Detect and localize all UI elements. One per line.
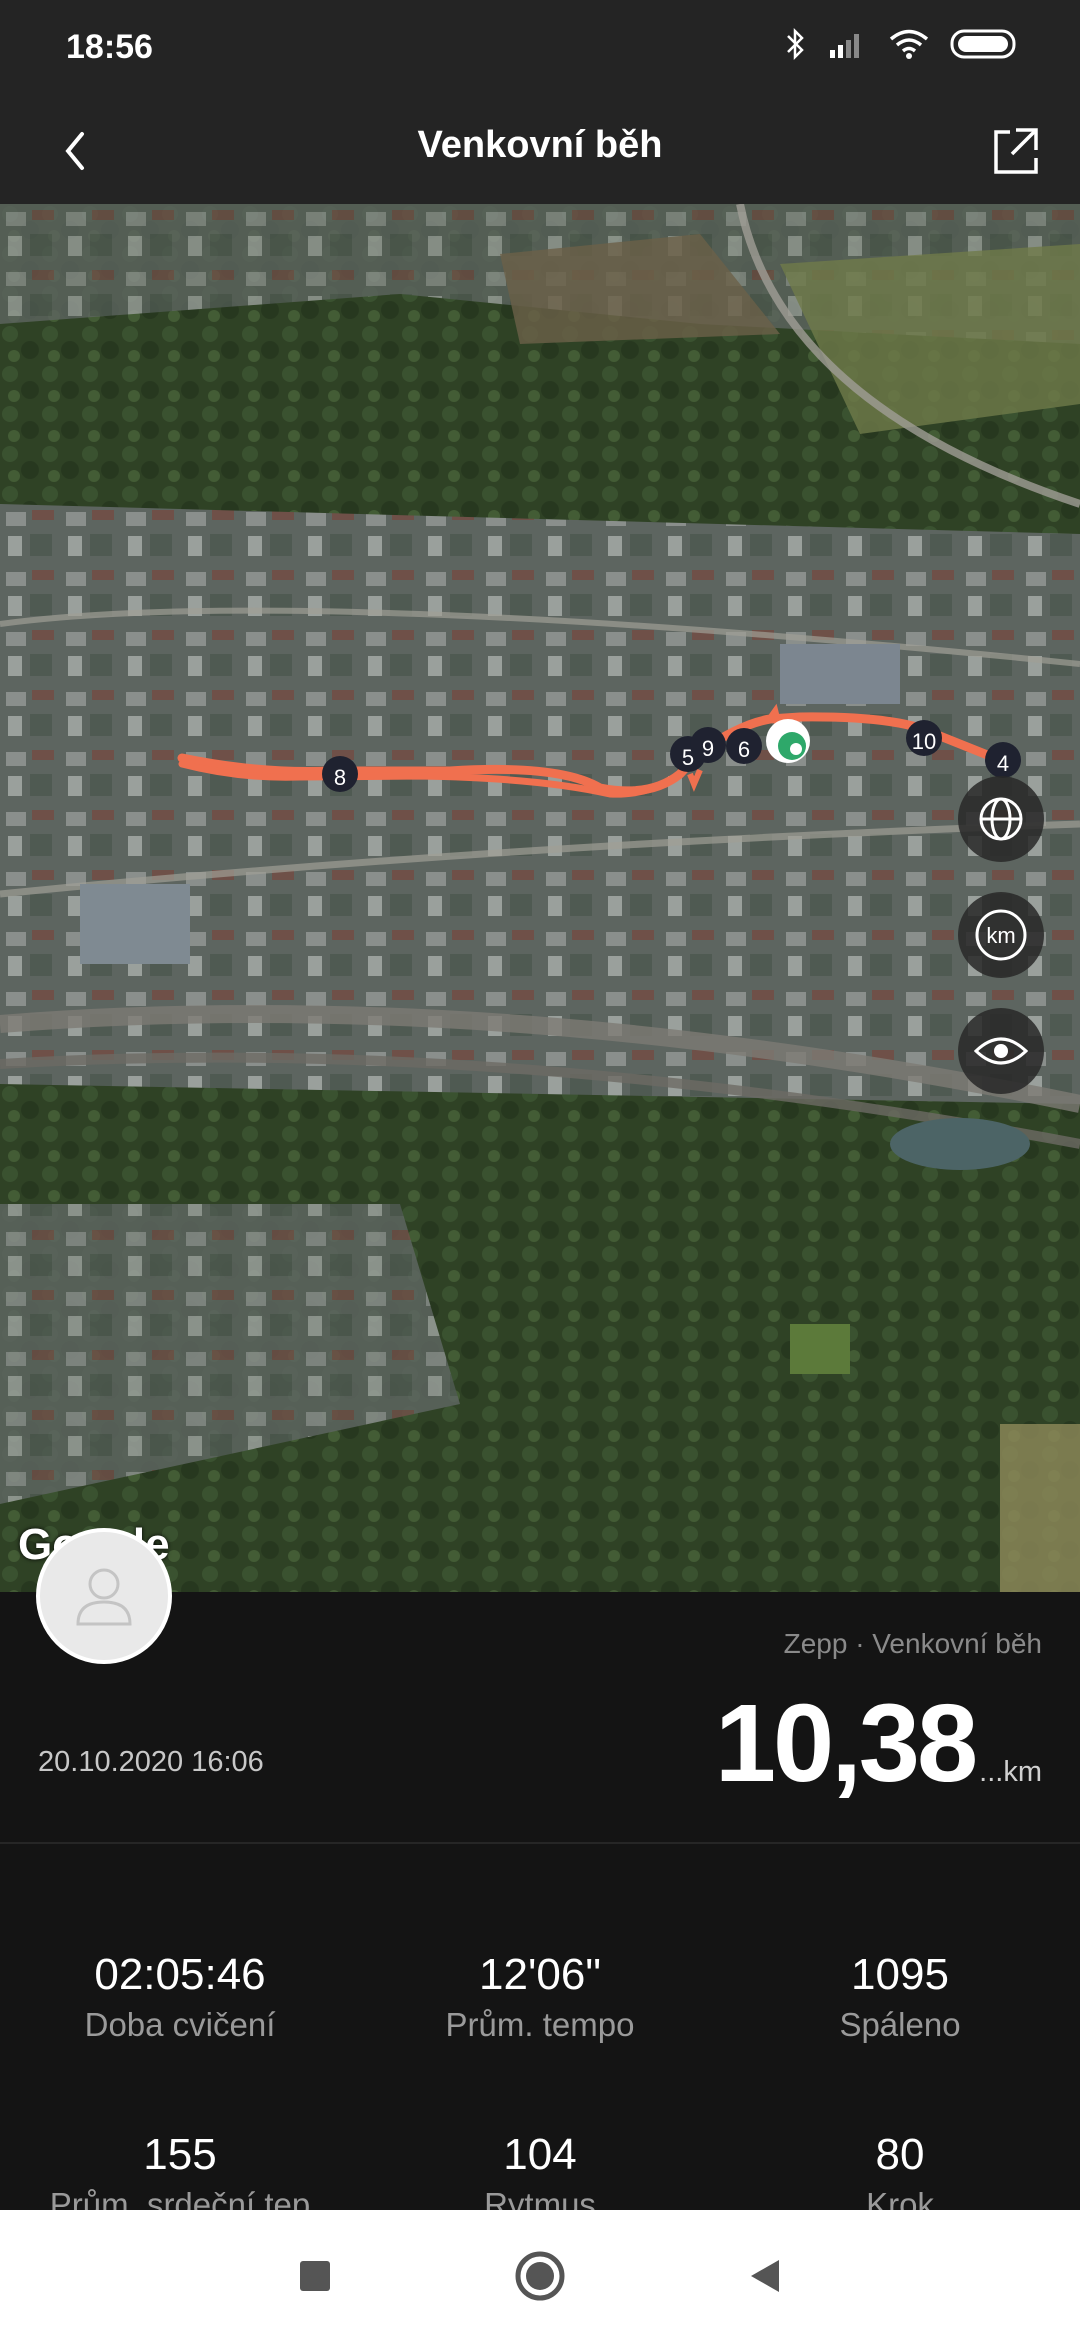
eye-button[interactable] [958, 1008, 1044, 1094]
svg-text:9: 9 [702, 736, 714, 761]
system-nav-bar [0, 2210, 1080, 2340]
stat-label: Doba cvičení [84, 2006, 276, 2043]
stat-value: 1095 [851, 1950, 949, 1999]
signal-icon [830, 34, 859, 58]
stat-value: 02:05:46 [94, 1950, 266, 1999]
stats-grid: 02:05:46 Doba cvičení 12'06" Prům. tempo… [0, 1844, 1080, 2223]
stat-pace: 12'06" Prům. tempo [360, 1950, 720, 2044]
home-icon [515, 2251, 565, 2301]
stat-label: Prům. tempo [445, 2006, 635, 2043]
stat-value: 104 [503, 2130, 577, 2179]
globe-icon [979, 797, 1023, 841]
recent-apps-icon [300, 2261, 330, 2291]
status-time: 18:56 [66, 28, 153, 66]
back-icon [751, 2260, 779, 2292]
page-title: Venkovní běh [417, 124, 663, 166]
distance-unit: ...km [979, 1756, 1042, 1788]
distance-display: 10,38 ...km [715, 1680, 1042, 1807]
app-bar: Venkovní běh [0, 96, 1080, 204]
km-markers: 8 5 9 6 10 4 [322, 720, 1021, 792]
km-marker-10: 10 [906, 720, 942, 756]
user-icon [76, 1568, 132, 1626]
stat-value: 12'06" [479, 1950, 601, 1999]
status-bar: 18:56 [0, 0, 1080, 96]
stat-duration: 02:05:46 Doba cvičení [0, 1950, 360, 2044]
share-button[interactable] [980, 116, 1050, 186]
svg-text:6: 6 [738, 737, 750, 762]
activity-date: 20.10.2020 16:06 [38, 1746, 264, 1778]
wifi-icon [889, 29, 929, 59]
km-marker-8: 8 [322, 756, 358, 792]
svg-text:10: 10 [912, 729, 936, 754]
km-marker-4: 4 [985, 742, 1021, 778]
battery-icon [950, 29, 1016, 59]
route-map[interactable]: 8 5 9 6 10 4 km [0, 204, 1080, 1592]
avatar[interactable] [36, 1528, 172, 1664]
svg-text:8: 8 [334, 765, 346, 790]
km-marker-6: 6 [726, 728, 762, 764]
stat-calories: 1095 Spáleno [720, 1950, 1080, 2044]
stat-value: 155 [143, 2130, 217, 2179]
globe-button[interactable] [958, 776, 1044, 862]
system-back-button[interactable] [735, 2246, 795, 2306]
home-button[interactable] [510, 2246, 570, 2306]
eye-icon [973, 1037, 1029, 1065]
svg-text:km: km [986, 923, 1015, 948]
km-marker-9: 9 [690, 727, 726, 763]
activity-source: Zepp · Venkovní běh [783, 1628, 1042, 1659]
bluetooth-icon [787, 27, 804, 61]
share-icon [994, 128, 1038, 174]
km-button[interactable]: km [958, 892, 1044, 978]
status-icons [784, 26, 1020, 62]
svg-text:4: 4 [997, 751, 1009, 776]
km-icon: km [975, 909, 1027, 961]
stat-label: Spáleno [839, 2006, 961, 2043]
distance-value: 10,38 [714, 1682, 978, 1805]
stat-value: 80 [875, 2130, 925, 2179]
recent-apps-button[interactable] [285, 2246, 345, 2306]
